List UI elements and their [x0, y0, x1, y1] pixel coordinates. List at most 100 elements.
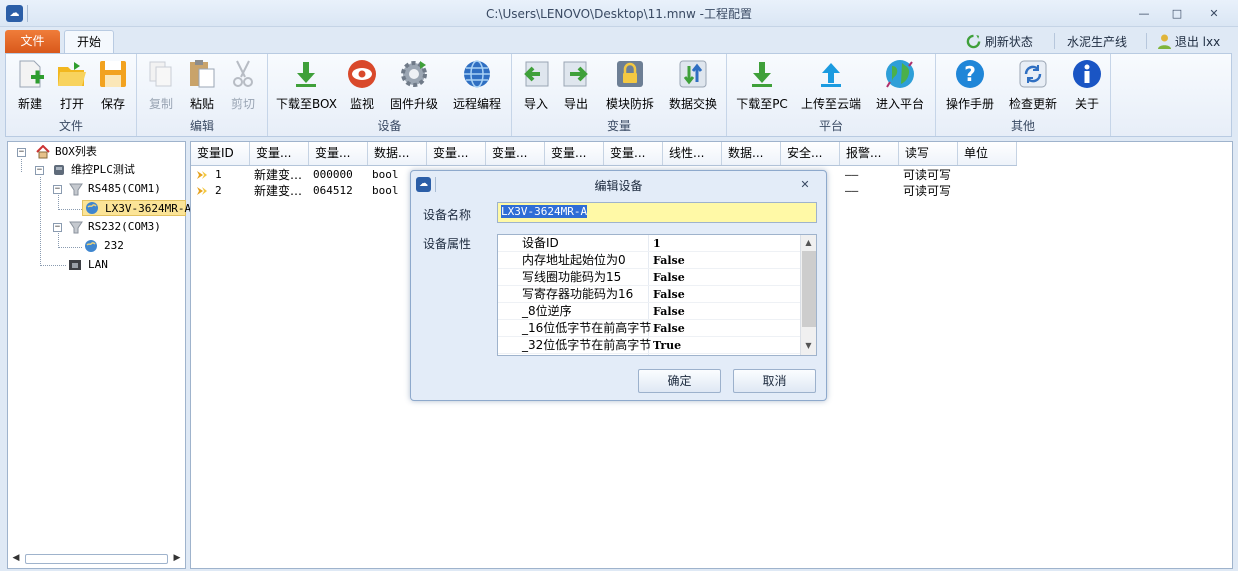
device-name-input[interactable]: LX3V-3624MR-A	[497, 202, 817, 223]
open-label: 打开	[59, 97, 84, 111]
scroll-left-arrow-icon[interactable]: ◀	[10, 551, 22, 566]
manual-button[interactable]: ? 操作手册	[944, 58, 996, 114]
property-value[interactable]: False	[653, 269, 685, 286]
tab-start[interactable]: 开始	[64, 30, 114, 54]
tree-line	[58, 209, 82, 210]
cell-alarm: ——	[845, 184, 859, 197]
collapse-icon[interactable]: −	[53, 185, 62, 194]
column-header-unit[interactable]: 单位	[958, 142, 1017, 165]
column-header-read-write[interactable]: 读写	[899, 142, 958, 165]
scroll-right-arrow-icon[interactable]: ▶	[171, 551, 183, 566]
column-header[interactable]: 变量...	[309, 142, 368, 165]
refresh-status-button[interactable]: 刷新状态	[966, 33, 1033, 51]
module-anti-tamper-button[interactable]: 模块防拆	[604, 58, 656, 114]
column-header[interactable]: 变量...	[545, 142, 604, 165]
minimize-button[interactable]: —	[1134, 6, 1154, 22]
cell-read-write: 可读可写	[903, 184, 952, 198]
property-row[interactable]: 写线圈功能码为15 False	[498, 269, 801, 286]
scroll-down-arrow-icon[interactable]: ▼	[801, 339, 816, 353]
property-row[interactable]: 设备ID 1	[498, 235, 801, 252]
tree-line	[58, 233, 59, 248]
plc-device-icon	[54, 165, 64, 175]
property-row[interactable]: _8位逆序 False	[498, 303, 801, 320]
collapse-icon[interactable]: −	[35, 166, 44, 175]
column-header-variable-id[interactable]: 变量ID	[191, 142, 250, 165]
dialog-title-bar[interactable]: ☁ 编辑设备 ✕	[411, 171, 826, 198]
menu-divider	[1146, 33, 1147, 49]
sync-icon	[1019, 60, 1047, 88]
tab-file[interactable]: 文件	[5, 30, 60, 53]
cancel-button[interactable]: 取消	[733, 369, 816, 393]
property-value[interactable]: False	[653, 303, 685, 320]
new-button[interactable]: 新建	[12, 58, 48, 114]
column-header[interactable]: 变量...	[604, 142, 663, 165]
scissors-icon	[233, 60, 253, 87]
window-title: C:\Users\LENOVO\Desktop\11.mnw -工程配置	[486, 7, 752, 21]
tree-label-device-232: 232	[104, 239, 124, 252]
column-header[interactable]: 变量...	[427, 142, 486, 165]
tree-horizontal-scrollbar[interactable]: ◀ ▶	[10, 551, 183, 566]
download-arrow-icon	[752, 62, 772, 87]
property-value[interactable]: False	[653, 252, 685, 269]
column-header[interactable]: 报警...	[840, 142, 899, 165]
property-name: 内存地址起始位为0	[522, 253, 626, 267]
lock-icon	[617, 61, 643, 87]
upload-to-cloud-button[interactable]: 上传至云端	[799, 58, 863, 114]
gear-icon	[401, 61, 427, 87]
firmware-upgrade-button[interactable]: 固件升级	[388, 58, 440, 114]
column-header[interactable]: 安全...	[781, 142, 840, 165]
copy-button[interactable]: 复制	[143, 58, 179, 114]
column-header[interactable]: 变量...	[486, 142, 545, 165]
paste-button[interactable]: 粘贴	[184, 58, 220, 114]
port-funnel-icon	[69, 221, 83, 234]
download-to-pc-button[interactable]: 下载至PC	[735, 58, 789, 114]
property-row[interactable]: 内存地址起始位为0 False	[498, 252, 801, 269]
paste-label: 粘贴	[189, 97, 214, 111]
tree-label-lan: LAN	[88, 258, 108, 271]
ok-button[interactable]: 确定	[638, 369, 721, 393]
property-row[interactable]: _16位低字节在前高字节 False	[498, 320, 801, 337]
device-properties-grid[interactable]: 设备ID 1 内存地址起始位为0 False 写线圈功能码为15 False 写…	[497, 234, 817, 356]
remote-programming-button[interactable]: 远程编程	[448, 58, 506, 114]
column-header[interactable]: 数据...	[722, 142, 781, 165]
scroll-up-arrow-icon[interactable]: ▲	[801, 236, 816, 250]
dialog-close-icon[interactable]: ✕	[798, 178, 812, 192]
collapse-icon[interactable]: −	[17, 148, 26, 157]
property-value[interactable]: 1	[653, 235, 661, 252]
enter-platform-label: 进入平台	[875, 97, 924, 111]
property-value[interactable]: True	[653, 337, 681, 354]
property-row[interactable]: 写寄存器功能码为16 False	[498, 286, 801, 303]
column-header[interactable]: 线性...	[663, 142, 722, 165]
download-to-box-label: 下载至BOX	[276, 97, 337, 111]
open-button[interactable]: 打开	[54, 58, 90, 114]
maximize-button[interactable]: □	[1167, 6, 1187, 22]
scrollbar-thumb[interactable]	[802, 251, 816, 327]
import-button[interactable]: 导入	[520, 58, 552, 114]
column-header[interactable]: 数据...	[368, 142, 427, 165]
check-update-button[interactable]: 检查更新	[1006, 58, 1060, 114]
close-button[interactable]: ✕	[1204, 6, 1224, 22]
monitor-label: 监视	[349, 97, 374, 111]
table-header: 变量ID 变量... 变量... 数据... 变量... 变量... 变量...…	[191, 142, 1017, 166]
monitor-button[interactable]: 监视	[344, 58, 380, 114]
production-line-button[interactable]: 水泥生产线	[1067, 33, 1127, 51]
cut-button[interactable]: 剪切	[225, 58, 261, 114]
export-button[interactable]: 导出	[560, 58, 592, 114]
collapse-icon[interactable]: −	[53, 223, 62, 232]
properties-vertical-scrollbar[interactable]: ▲ ▼	[800, 235, 816, 355]
data-exchange-button[interactable]: 数据交换	[666, 58, 720, 114]
property-value[interactable]: False	[653, 320, 685, 337]
save-button[interactable]: 保存	[95, 58, 131, 114]
property-row[interactable]: _32位低字节在前高字节 True	[498, 337, 801, 354]
property-name: 设备ID	[522, 236, 559, 250]
enter-platform-button[interactable]: 进入平台	[873, 58, 927, 114]
column-header[interactable]: 变量...	[250, 142, 309, 165]
about-button[interactable]: 关于	[1070, 58, 1104, 114]
download-to-box-button[interactable]: 下载至BOX	[276, 58, 337, 114]
logout-button[interactable]: 退出 lxx	[1158, 33, 1220, 51]
tree-node-device-lx3v[interactable]: LX3V-3624MR-A	[82, 200, 191, 216]
scrollbar-thumb[interactable]	[25, 554, 168, 564]
ribbon-group-device: 下载至BOX 监视 固件升级 远程编程 设备	[268, 54, 512, 136]
device-name-label: 设备名称	[423, 208, 472, 222]
property-value[interactable]: False	[653, 286, 685, 303]
